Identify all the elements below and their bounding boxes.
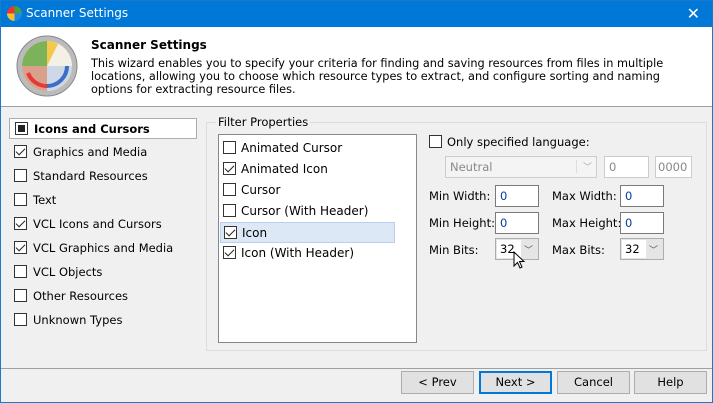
category-checkbox[interactable] bbox=[14, 289, 27, 302]
next-label: Next > bbox=[495, 375, 536, 389]
chevron-down-icon: ﹀ bbox=[648, 246, 658, 256]
category-checkbox[interactable] bbox=[14, 145, 27, 158]
filter-item[interactable]: Icon bbox=[220, 222, 395, 243]
next-button[interactable]: Next > bbox=[479, 371, 552, 394]
filter-label: Icon bbox=[242, 226, 268, 240]
filter-item[interactable]: Icon (With Header) bbox=[220, 243, 395, 264]
cancel-label: Cancel bbox=[574, 375, 613, 389]
title-bar: Scanner Settings ✕ bbox=[1, 1, 712, 27]
category-label: VCL Objects bbox=[33, 265, 103, 279]
category-checkbox[interactable] bbox=[14, 241, 27, 254]
language-hex-input[interactable]: 0000 bbox=[655, 156, 692, 178]
window-title: Scanner Settings bbox=[26, 6, 129, 20]
scanner-settings-window: Scanner Settings ✕ Scanner Settings This… bbox=[0, 0, 713, 403]
category-checkbox[interactable] bbox=[14, 217, 27, 230]
prev-label: < Prev bbox=[418, 375, 457, 389]
language-code-input[interactable]: 0 bbox=[604, 156, 649, 178]
category-checkbox[interactable] bbox=[15, 122, 28, 135]
category-label: Graphics and Media bbox=[33, 145, 148, 159]
mouse-cursor-icon bbox=[513, 251, 526, 269]
category-checkbox[interactable] bbox=[14, 169, 27, 182]
category-label: Standard Resources bbox=[33, 169, 148, 183]
filter-item[interactable]: Cursor (With Header) bbox=[220, 201, 395, 222]
filter-checkbox[interactable] bbox=[223, 141, 236, 154]
filter-label: Cursor bbox=[241, 183, 281, 197]
filter-checkbox[interactable] bbox=[223, 183, 236, 196]
language-select[interactable]: Neutral ﹀ bbox=[445, 156, 597, 178]
chevron-down-icon: ﹀ bbox=[575, 160, 592, 173]
scanner-logo-icon bbox=[16, 35, 78, 97]
category-item[interactable]: Unknown Types bbox=[9, 310, 197, 331]
category-label: VCL Icons and Cursors bbox=[33, 217, 162, 231]
max-height-input[interactable]: 0 bbox=[620, 212, 664, 234]
min-width-input[interactable]: 0 bbox=[495, 185, 539, 207]
app-icon bbox=[7, 6, 22, 21]
category-label: Unknown Types bbox=[33, 313, 123, 327]
max-bits-label: Max Bits: bbox=[552, 243, 605, 257]
category-label: Icons and Cursors bbox=[34, 122, 150, 136]
header-description: This wizard enables you to specify your … bbox=[91, 57, 664, 96]
filter-label: Cursor (With Header) bbox=[241, 204, 369, 218]
wizard-header: Scanner Settings This wizard enables you… bbox=[1, 27, 712, 107]
help-button[interactable]: Help bbox=[634, 371, 707, 394]
category-label: Other Resources bbox=[33, 289, 129, 303]
language-value: Neutral bbox=[450, 160, 493, 174]
filter-item[interactable]: Cursor bbox=[220, 180, 395, 201]
close-icon[interactable]: ✕ bbox=[687, 4, 700, 23]
filter-checkbox[interactable] bbox=[224, 226, 237, 239]
footer-divider bbox=[1, 368, 712, 369]
category-item[interactable]: Other Resources bbox=[9, 286, 197, 307]
category-item[interactable]: Icons and Cursors bbox=[9, 118, 197, 139]
cancel-button[interactable]: Cancel bbox=[557, 371, 630, 394]
filter-label: Animated Cursor bbox=[241, 141, 343, 155]
min-width-label: Min Width: bbox=[429, 189, 491, 203]
max-bits-value: 32 bbox=[622, 240, 646, 258]
category-checkbox[interactable] bbox=[14, 313, 27, 326]
min-bits-label: Min Bits: bbox=[429, 243, 479, 257]
filter-label: Animated Icon bbox=[241, 162, 328, 176]
help-label: Help bbox=[657, 375, 684, 389]
max-width-input[interactable]: 0 bbox=[620, 185, 664, 207]
max-width-label: Max Width: bbox=[552, 189, 617, 203]
filter-checkbox[interactable] bbox=[223, 162, 236, 175]
filter-label: Icon (With Header) bbox=[241, 246, 355, 260]
filter-item[interactable]: Animated Icon bbox=[220, 159, 395, 180]
min-height-input[interactable]: 0 bbox=[495, 212, 539, 234]
category-item[interactable]: VCL Objects bbox=[9, 262, 197, 283]
filter-properties-title: Filter Properties bbox=[216, 115, 311, 129]
category-item[interactable]: Standard Resources bbox=[9, 166, 197, 187]
category-label: Text bbox=[33, 193, 57, 207]
filter-listbox[interactable]: Animated Cursor Animated Icon Cursor Cursor… bbox=[218, 134, 417, 343]
max-bits-select[interactable]: 32 ﹀ bbox=[620, 238, 664, 260]
only-language-label: Only specified language: bbox=[447, 135, 590, 149]
category-item[interactable]: Graphics and Media bbox=[9, 142, 197, 163]
filter-checkbox[interactable] bbox=[223, 246, 236, 259]
only-language-checkbox[interactable] bbox=[429, 135, 442, 148]
min-height-label: Min Height: bbox=[429, 216, 495, 230]
header-title: Scanner Settings bbox=[91, 38, 207, 52]
category-checkbox[interactable] bbox=[14, 193, 27, 206]
category-item[interactable]: VCL Graphics and Media bbox=[9, 238, 197, 259]
category-item[interactable]: Text bbox=[9, 190, 197, 211]
category-checkbox[interactable] bbox=[14, 265, 27, 278]
filter-item[interactable]: Animated Cursor bbox=[220, 138, 395, 159]
filter-checkbox[interactable] bbox=[223, 204, 236, 217]
category-item[interactable]: VCL Icons and Cursors bbox=[9, 214, 197, 235]
prev-button[interactable]: < Prev bbox=[401, 371, 474, 394]
category-label: VCL Graphics and Media bbox=[33, 241, 174, 255]
max-height-label: Max Height: bbox=[552, 216, 622, 230]
